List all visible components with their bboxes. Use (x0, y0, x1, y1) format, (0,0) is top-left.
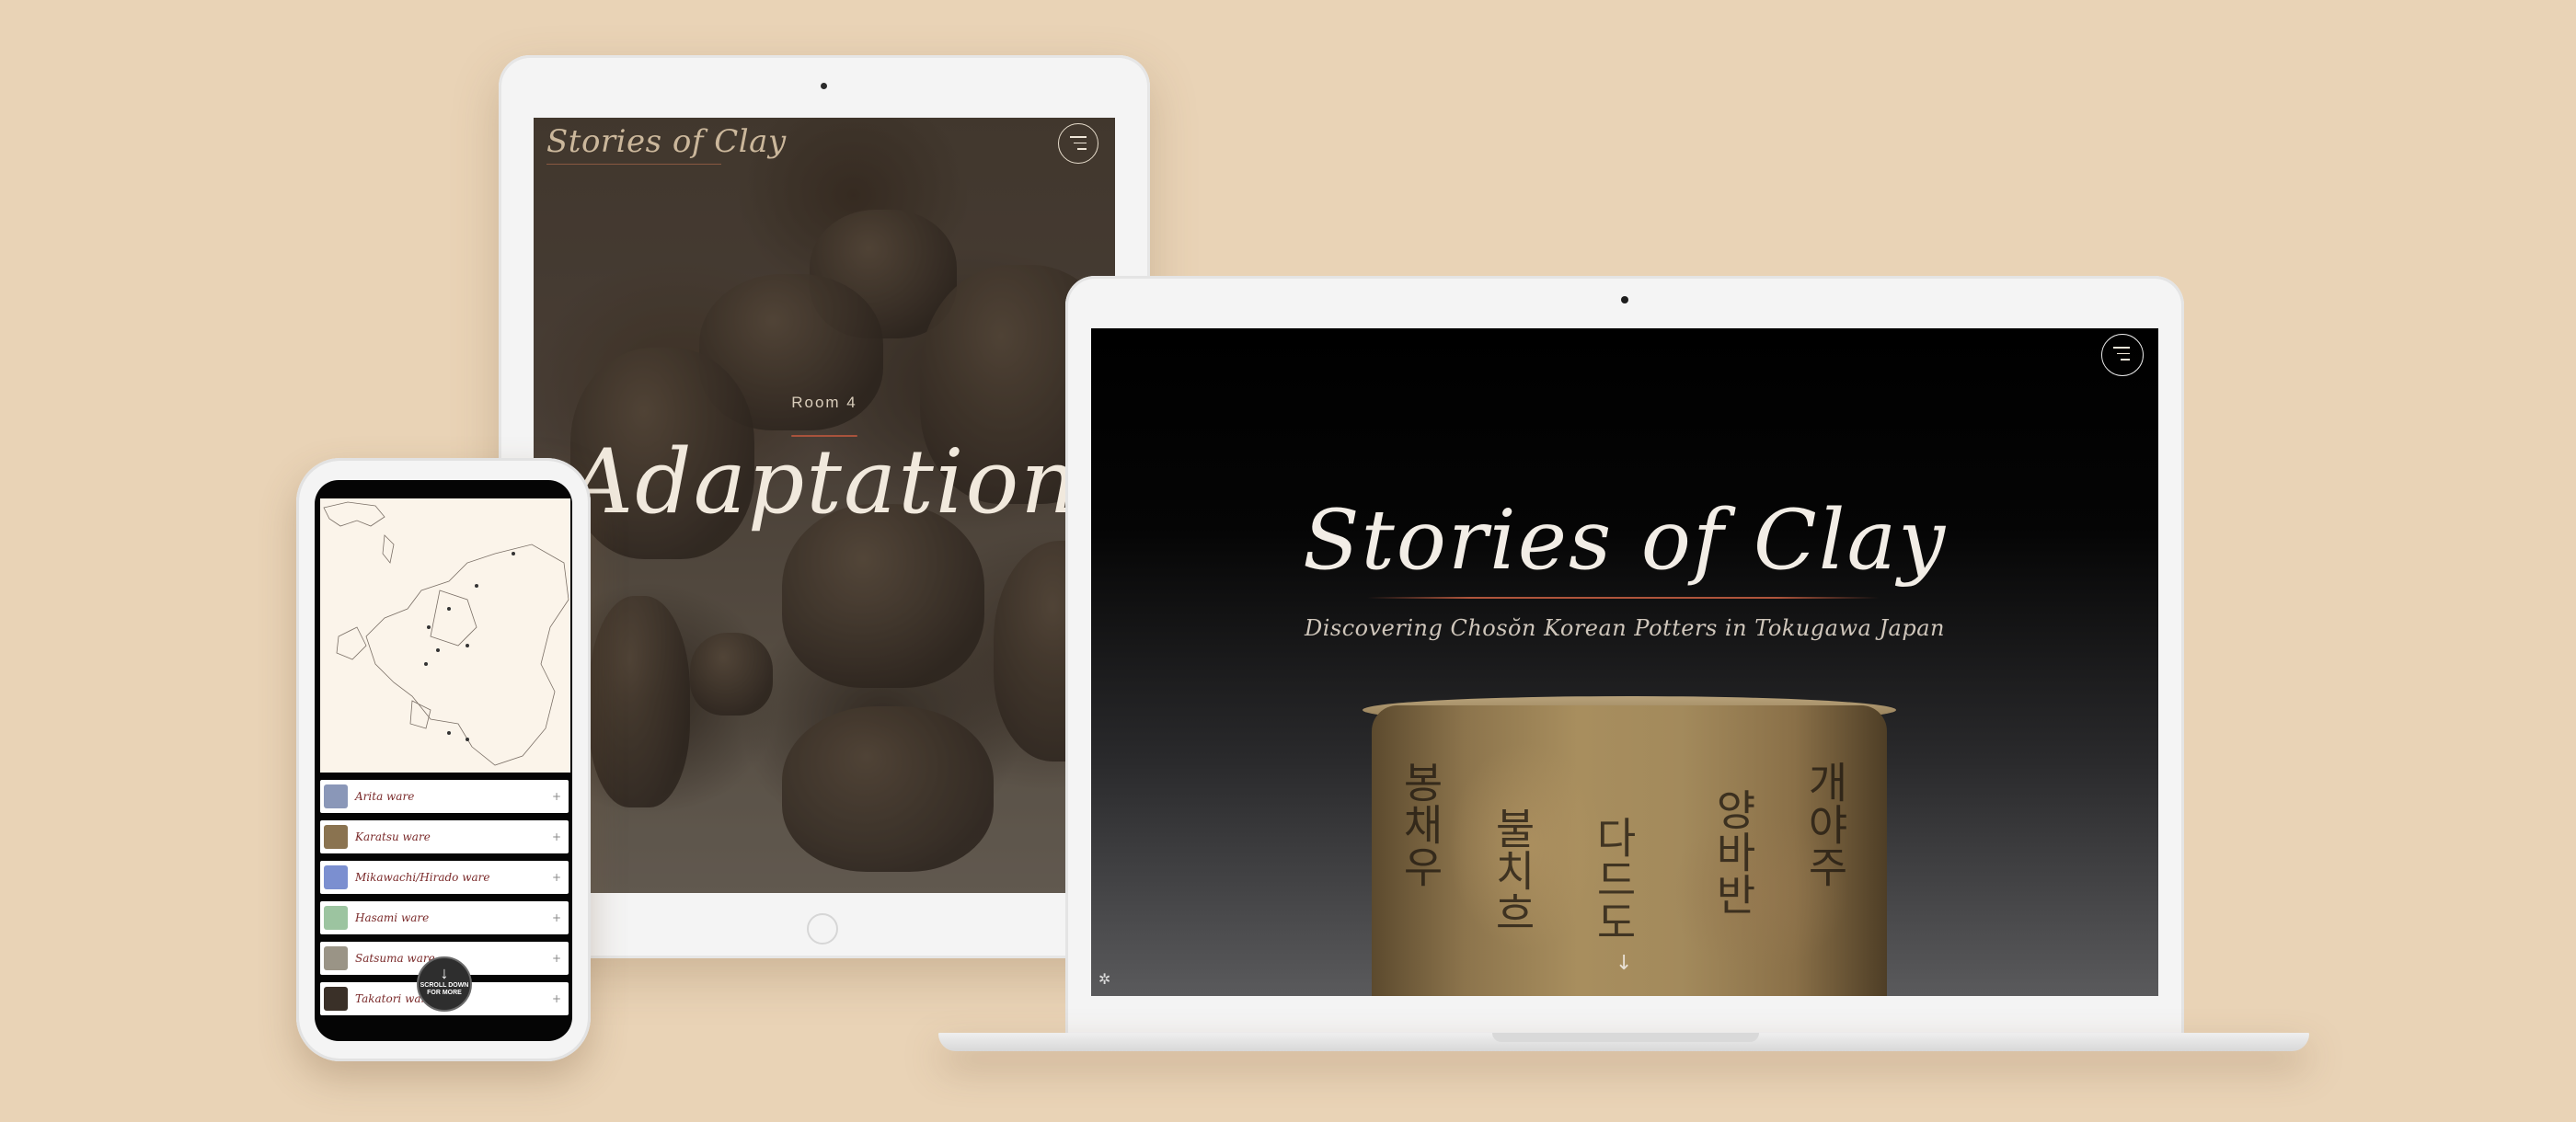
phone-device: Arita ware + Karatsu ware + Mikawachi/Hirado… (296, 458, 591, 1061)
ware-label: Hasami ware (355, 911, 430, 924)
arrow-down-icon: ↓ (440, 964, 449, 982)
ware-list-item[interactable]: Mikawachi/Hirado ware + (320, 861, 569, 894)
phone-screen: Arita ware + Karatsu ware + Mikawachi/Hirado… (315, 480, 572, 1041)
bowl-inscription: 양바반 (1708, 788, 1758, 915)
tablet-camera (821, 83, 827, 89)
room-title: Adaptation (569, 430, 1080, 533)
site-logo[interactable]: Stories of Clay (546, 123, 787, 160)
scroll-label-line2: FOR MORE (427, 990, 462, 996)
ware-list-item[interactable]: Arita ware + (320, 780, 569, 813)
ware-thumbnail (324, 865, 348, 889)
laptop-screen: 봉채우 불치흐 다드도 양바반 개야주 Stories of Clay Disc… (1091, 328, 2158, 996)
kyushu-map[interactable] (320, 498, 570, 773)
ware-thumbnail (324, 784, 348, 808)
map-outline (323, 501, 569, 766)
expand-plus-icon[interactable]: + (552, 992, 561, 1005)
settings-icon[interactable]: ✲ (1098, 970, 1110, 988)
ware-list-item[interactable]: Hasami ware + (320, 901, 569, 934)
expand-plus-icon[interactable]: + (552, 952, 561, 965)
expand-plus-icon[interactable]: + (552, 911, 561, 924)
expand-plus-icon[interactable]: + (552, 871, 561, 884)
expand-plus-icon[interactable]: + (552, 790, 561, 803)
logo-underline (546, 164, 721, 165)
hamburger-icon (2113, 347, 2130, 365)
ware-label: Arita ware (355, 790, 415, 803)
ware-thumbnail (324, 825, 348, 849)
expand-plus-icon[interactable]: + (552, 830, 561, 843)
bowl-inscription: 다드도 (1589, 816, 1639, 943)
scroll-down-button[interactable]: ↓ SCROLL DOWN FOR MORE (417, 956, 472, 1012)
ware-label: Karatsu ware (355, 830, 431, 843)
room-label: Room 4 (791, 394, 857, 411)
tablet-device: Stories of Clay Room 4 Adaptation (499, 55, 1150, 958)
laptop-camera (1621, 296, 1628, 303)
bowl-inscription: 봉채우 (1396, 761, 1445, 887)
title-underline (1367, 597, 1879, 599)
home-button[interactable] (807, 913, 838, 945)
bowl-inscription: 개야주 (1800, 761, 1850, 887)
hamburger-icon (1070, 136, 1087, 155)
hero-subtitle: Discovering Chosŏn Korean Potters in Tok… (1304, 615, 1945, 641)
tablet-screen: Stories of Clay Room 4 Adaptation (534, 118, 1115, 893)
menu-button[interactable] (1058, 123, 1098, 164)
scroll-down-icon[interactable]: ↓ (1616, 952, 1632, 975)
menu-button[interactable] (2101, 334, 2144, 376)
ware-thumbnail (324, 946, 348, 970)
hero-title: Stories of Clay (1302, 492, 1948, 589)
bowl-inscription: 불치흐 (1488, 807, 1537, 933)
ware-list-item[interactable]: Karatsu ware + (320, 820, 569, 853)
scroll-label-line1: SCROLL DOWN (420, 982, 469, 989)
ware-thumbnail (324, 987, 348, 1011)
ware-label: Mikawachi/Hirado ware (355, 871, 490, 884)
laptop-notch (1492, 1033, 1759, 1042)
ware-thumbnail (324, 906, 348, 930)
